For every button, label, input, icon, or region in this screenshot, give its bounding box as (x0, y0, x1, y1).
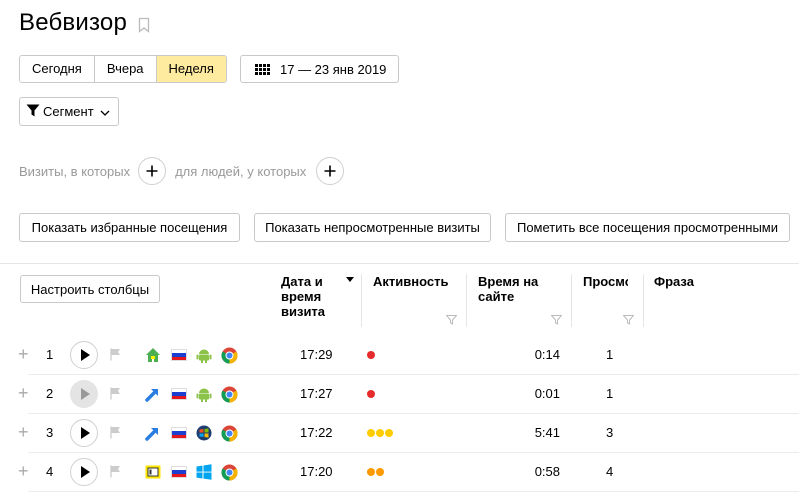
expand-row-icon[interactable]: + (18, 384, 29, 402)
play-icon (81, 388, 90, 400)
android-icon (196, 347, 212, 363)
page-title: Вебвизор (19, 9, 128, 36)
table-row[interactable]: + 3 17:22 5:41 3 (0, 414, 799, 453)
people-condition-label: для людей, у которых (175, 163, 307, 179)
table-row[interactable]: + 4 17:20 0:58 4 (0, 453, 799, 492)
activity-indicator (367, 390, 375, 398)
home-icon (145, 347, 161, 363)
period-switcher: Сегодня Вчера Неделя (19, 55, 227, 83)
column-separator (571, 274, 572, 327)
row-number: 4 (46, 464, 54, 479)
activity-indicator (367, 468, 384, 476)
column-separator (466, 274, 467, 327)
column-header-time-on-site[interactable]: Время на сайте (478, 274, 548, 304)
russia-flag-icon (171, 466, 187, 478)
sort-desc-icon[interactable] (346, 277, 354, 282)
column-filter-icon[interactable] (445, 312, 458, 330)
segment-label: Сегмент (43, 104, 94, 119)
play-recording-button[interactable] (70, 419, 98, 447)
show-favorites-button[interactable]: Показать избранные посещения (19, 213, 240, 242)
visit-time: 17:27 (300, 386, 333, 401)
chrome-icon (221, 425, 238, 442)
views-value: 1 (606, 386, 614, 401)
table-row[interactable]: + 1 17:29 0:14 1 (0, 336, 799, 375)
visit-time: 17:22 (300, 425, 333, 440)
row-number: 3 (46, 425, 54, 440)
link-arrow-icon (145, 386, 161, 402)
period-today-button[interactable]: Сегодня (20, 56, 95, 82)
play-icon (81, 466, 90, 478)
segment-filter-row: Визиты, в которых для людей, у которых (19, 157, 345, 185)
activity-indicator (367, 429, 393, 437)
column-filter-icon[interactable] (550, 312, 563, 330)
flag-icon[interactable] (110, 426, 121, 444)
windows-icon (196, 464, 212, 480)
chevron-down-icon (100, 104, 110, 119)
visit-time: 17:20 (300, 464, 333, 479)
play-recording-button[interactable] (70, 341, 98, 369)
plus-icon (146, 165, 158, 177)
filter-funnel-icon (26, 104, 40, 120)
views-value: 3 (606, 425, 614, 440)
visit-time: 17:29 (300, 347, 333, 362)
period-week-button[interactable]: Неделя (156, 56, 226, 82)
column-header-activity[interactable]: Активность (373, 274, 448, 289)
expand-row-icon[interactable]: + (18, 345, 29, 363)
mark-all-viewed-button[interactable]: Пометить все посещения просмотренными (505, 213, 790, 242)
expand-row-icon[interactable]: + (18, 423, 29, 441)
views-value: 4 (606, 464, 614, 479)
flag-icon[interactable] (110, 465, 121, 483)
expand-row-icon[interactable]: + (18, 462, 29, 480)
divider (0, 263, 799, 264)
play-icon (81, 349, 90, 361)
views-value: 1 (606, 347, 614, 362)
direct-ad-icon (145, 464, 161, 480)
android-icon (196, 386, 212, 402)
chrome-icon (221, 347, 238, 364)
column-separator (361, 274, 362, 327)
time-on-site-value: 5:41 (534, 425, 560, 440)
russia-flag-icon (171, 427, 187, 439)
play-icon (81, 427, 90, 439)
windows-7-icon (196, 425, 212, 441)
link-arrow-icon (145, 425, 161, 441)
time-on-site-value: 0:01 (534, 386, 560, 401)
russia-flag-icon (171, 349, 187, 361)
chrome-icon (221, 386, 238, 403)
plus-icon (324, 165, 336, 177)
time-on-site-value: 0:58 (534, 464, 560, 479)
visits-condition-label: Визиты, в которых (19, 163, 131, 179)
row-number: 1 (46, 347, 54, 362)
calendar-grid-icon (255, 63, 270, 75)
bookmark-icon[interactable] (138, 17, 150, 38)
activity-indicator (367, 351, 375, 359)
date-range-picker[interactable]: 17 — 23 янв 2019 (240, 55, 400, 83)
chrome-icon (221, 464, 238, 481)
row-number: 2 (46, 386, 54, 401)
russia-flag-icon (171, 388, 187, 400)
time-on-site-value: 0:14 (534, 347, 560, 362)
play-recording-button[interactable] (70, 380, 98, 408)
column-header-datetime[interactable]: Дата и время визита (281, 274, 341, 319)
add-visit-condition-button[interactable] (138, 157, 167, 185)
column-filter-icon[interactable] (622, 312, 635, 330)
table-row[interactable]: + 2 17:27 0:01 1 (0, 375, 799, 414)
column-header-phrase[interactable]: Фраза (654, 274, 694, 289)
flag-icon[interactable] (110, 348, 121, 366)
play-recording-button[interactable] (70, 458, 98, 486)
column-header-views[interactable]: Просмотры (583, 274, 628, 289)
configure-columns-button[interactable]: Настроить столбцы (20, 275, 160, 303)
show-unviewed-button[interactable]: Показать непросмотренные визиты (254, 213, 491, 242)
flag-icon[interactable] (110, 387, 121, 405)
add-people-condition-button[interactable] (316, 157, 345, 185)
segment-button[interactable]: Сегмент (19, 97, 119, 126)
column-separator (643, 274, 644, 327)
date-range-label: 17 — 23 янв 2019 (280, 61, 387, 77)
period-yesterday-button[interactable]: Вчера (94, 56, 157, 82)
